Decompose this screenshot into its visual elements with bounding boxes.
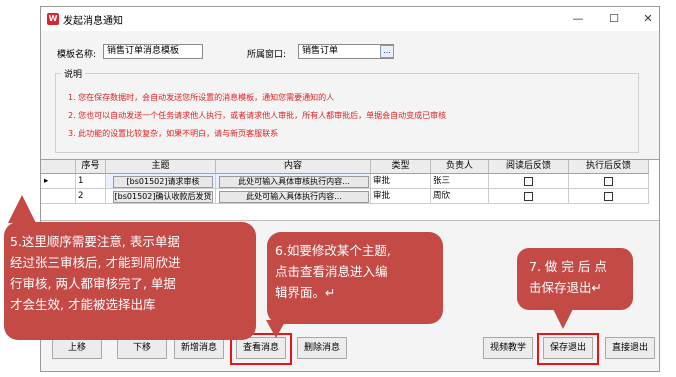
minimize-button[interactable]: — — [567, 10, 589, 28]
table-row-seq[interactable]: 2 — [76, 189, 106, 204]
title-bar: W 发起消息通知 — ☐ ✕ — [41, 7, 659, 31]
table-row-type[interactable]: 审批 — [371, 174, 431, 189]
exec-feedback-checkbox[interactable] — [604, 192, 613, 201]
grid-header-owner: 负责人 — [431, 160, 489, 174]
grid-header-content: 内容 — [216, 160, 371, 174]
table-row-owner[interactable]: 周欣 — [431, 189, 489, 204]
grid-header-seq: 序号 — [76, 160, 106, 174]
template-name-input[interactable]: 销售订单消息模板 — [103, 44, 203, 59]
note-line-2: 2. 您也可以自动发送一个任务请求他人执行，或者请求他人审批，所有人都审批后，单… — [68, 111, 447, 120]
table-row-type[interactable]: 审批 — [371, 189, 431, 204]
callout-6-line-1: 6.如要修改某个主题, — [275, 243, 391, 258]
grid-header-type: 类型 — [371, 160, 431, 174]
subject-cell-button[interactable]: [bs01502]确认收款后发货 — [113, 191, 213, 203]
callout-7-line-1: 7. 做 完 后 点 — [529, 259, 607, 274]
callout-7-tail — [553, 309, 573, 329]
notes-header: 说明 — [61, 67, 86, 80]
content-cell-button[interactable]: 此处可输入具体执行内容... — [219, 191, 369, 203]
video-tutorial-button[interactable]: 视频教学 — [483, 337, 533, 359]
content-cell-button[interactable]: 此处可输入具体审核执行内容... — [219, 176, 369, 188]
message-grid: 序号 主题 内容 类型 负责人 阅读后反馈 执行后反馈 ▸ 1 [bs01502… — [41, 159, 659, 221]
window-label: 所属窗口: — [247, 50, 287, 60]
move-down-button[interactable]: 下移 — [117, 337, 167, 359]
table-row-owner[interactable]: 张三 — [431, 174, 489, 189]
note-line-3: 3. 此功能的设置比较复杂，如果不明白，请与新页客服联系 — [68, 129, 279, 138]
callout-5-line-2: 经过张三审核后, 才能到周欣进 — [10, 255, 181, 270]
read-feedback-checkbox[interactable] — [524, 177, 533, 186]
subject-cell-button[interactable]: [bs01502]请求审核 — [113, 176, 213, 188]
delete-message-button[interactable]: 删除消息 — [297, 337, 347, 359]
close-button[interactable]: ✕ — [637, 10, 659, 28]
save-exit-highlight — [537, 333, 599, 365]
grid-header-read-feedback: 阅读后反馈 — [489, 160, 569, 174]
table-row-seq[interactable]: 1 — [76, 174, 106, 189]
window-title: 发起消息通知 — [63, 16, 123, 27]
callout-5-line-4: 才会生效, 才能被选择出库 — [10, 297, 156, 312]
move-up-button[interactable]: 上移 — [52, 337, 102, 359]
add-message-button[interactable]: 新增消息 — [174, 337, 224, 359]
callout-7-line-2: 击保存退出↵ — [529, 280, 602, 295]
grid-header-subject: 主题 — [106, 160, 216, 174]
grid-header-indicator — [41, 160, 76, 174]
callout-6-line-3: 辑界面。↵ — [275, 285, 336, 300]
callout-6-line-2: 点击查看消息进入编 — [275, 264, 388, 279]
callout-order-note: 5.这里顺序需要注意, 表示单据 经过张三审核后, 才能到周欣进 行审核, 两人… — [4, 222, 256, 340]
read-feedback-checkbox[interactable] — [524, 192, 533, 201]
callout-edit-note: 6.如要修改某个主题, 点击查看消息进入编 辑界面。↵ — [267, 232, 443, 324]
app-logo-icon: W — [47, 13, 59, 25]
window-picker-button[interactable]: ... — [380, 45, 394, 58]
callout-5-line-3: 行审核, 两人都审核完了, 单据 — [10, 276, 176, 291]
grid-header-exec-feedback: 执行后反馈 — [569, 160, 649, 174]
callout-6-tail — [266, 320, 286, 338]
callout-save-note: 7. 做 完 后 点 击保存退出↵ — [517, 248, 633, 310]
note-line-1: 1. 您在保存数据时，会自动发送您所设置的消息模板，通知您需要通知的人 — [68, 93, 335, 102]
maximize-button[interactable]: ☐ — [603, 10, 625, 28]
exec-feedback-checkbox[interactable] — [604, 177, 613, 186]
callout-5-tail — [8, 195, 36, 223]
template-name-label: 模板名称: — [57, 50, 97, 60]
row-indicator-cell[interactable] — [41, 189, 76, 204]
callout-5-line-1: 5.这里顺序需要注意, 表示单据 — [10, 234, 180, 249]
exit-direct-button[interactable]: 直接退出 — [605, 337, 655, 359]
row-indicator-icon[interactable]: ▸ — [41, 174, 76, 189]
